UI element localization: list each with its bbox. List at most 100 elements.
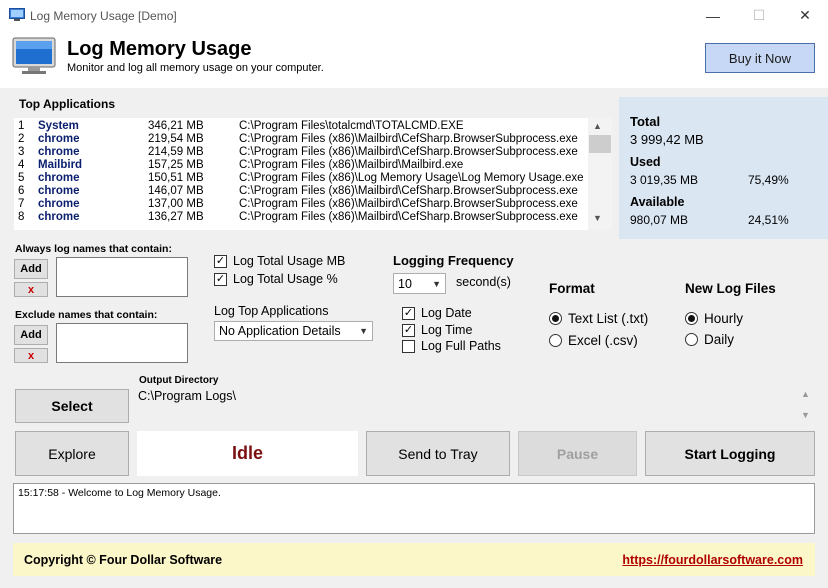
include-names-field[interactable] — [56, 257, 188, 297]
memory-summary-panel: Total 3 999,42 MB Used 3 019,35 MB 75,49… — [619, 97, 828, 239]
log-date-label: Log Date — [421, 306, 472, 320]
send-to-tray-button[interactable]: Send to Tray — [366, 431, 510, 476]
log-total-pct-checkbox[interactable]: ✓ Log Total Usage % — [214, 272, 338, 286]
list-item[interactable]: 8 chrome 136,27 MB C:\Program Files (x86… — [14, 211, 590, 224]
total-label: Total — [630, 114, 661, 129]
footer: Copyright © Four Dollar Software https:/… — [13, 543, 815, 576]
radio-circle[interactable] — [549, 312, 562, 325]
available-label: Available — [630, 195, 685, 209]
top-applications-label: Top Applications — [19, 97, 115, 111]
row-index: 3 — [18, 146, 25, 158]
top-apps-detail-select[interactable]: No Application Details ▼ — [214, 321, 373, 341]
log-output[interactable]: 15:17:58 - Welcome to Log Memory Usage. — [13, 483, 815, 534]
row-memory: 157,25 MB — [148, 159, 204, 171]
hourly-radio[interactable]: Hourly — [685, 311, 743, 326]
include-add-button[interactable]: Add — [14, 259, 48, 279]
log-total-mb-checkbox[interactable]: ✓ Log Total Usage MB — [214, 254, 345, 268]
checkbox-box[interactable]: ✓ — [402, 306, 415, 320]
list-item[interactable]: 7 chrome 137,00 MB C:\Program Files (x86… — [14, 198, 590, 211]
daily-label: Daily — [704, 332, 735, 347]
list-item[interactable]: 6 chrome 146,07 MB C:\Program Files (x86… — [14, 185, 590, 198]
log-full-paths-label: Log Full Paths — [421, 339, 501, 353]
include-remove-button[interactable]: x — [14, 282, 48, 297]
log-top-apps-label: Log Top Applications — [214, 304, 329, 318]
status-indicator: Idle — [137, 431, 358, 476]
check-icon: ✓ — [403, 306, 414, 319]
list-item[interactable]: 1 System 346,21 MB C:\Program Files\tota… — [14, 120, 590, 133]
log-date-checkbox[interactable]: ✓ Log Date — [402, 306, 472, 320]
app-icon — [9, 8, 25, 21]
list-item[interactable]: 4 Mailbird 157,25 MB C:\Program Files (x… — [14, 159, 590, 172]
row-index: 1 — [18, 120, 25, 132]
row-memory: 137,00 MB — [148, 198, 204, 210]
explore-button[interactable]: Explore — [15, 431, 129, 476]
top-apps-detail-value: No Application Details — [219, 324, 341, 338]
app-title: Log Memory Usage — [67, 38, 252, 60]
daily-radio[interactable]: Daily — [685, 332, 734, 347]
format-csv-radio[interactable]: Excel (.csv) — [549, 333, 638, 348]
buy-now-button[interactable]: Buy it Now — [705, 43, 815, 73]
checkbox-box[interactable]: ✓ — [214, 272, 227, 286]
row-name: System — [38, 120, 79, 132]
row-path: C:\Program Files (x86)\Log Memory Usage\… — [239, 172, 584, 184]
scroll-thumb[interactable] — [589, 135, 611, 153]
format-txt-radio[interactable]: Text List (.txt) — [549, 311, 648, 326]
log-full-paths-checkbox[interactable]: Log Full Paths — [402, 339, 501, 353]
output-directory-field[interactable]: C:\Program Logs\ — [137, 389, 797, 423]
header: Log Memory Usage Monitor and log all mem… — [0, 31, 828, 88]
exclude-remove-button[interactable]: x — [14, 348, 48, 363]
row-name: chrome — [38, 172, 80, 184]
scroll-up-icon[interactable]: ▲ — [593, 121, 602, 131]
maximize-button[interactable]: ☐ — [736, 0, 782, 31]
row-index: 6 — [18, 185, 25, 197]
start-logging-button[interactable]: Start Logging — [645, 431, 815, 476]
radio-circle[interactable] — [685, 312, 698, 325]
checkbox-box[interactable]: ✓ — [214, 254, 227, 268]
radio-circle[interactable] — [685, 333, 698, 346]
pause-button[interactable]: Pause — [518, 431, 637, 476]
row-memory: 150,51 MB — [148, 172, 204, 184]
check-icon: ✓ — [215, 254, 226, 267]
list-item[interactable]: 5 chrome 150,51 MB C:\Program Files (x86… — [14, 172, 590, 185]
available-value: 980,07 MB — [630, 213, 689, 227]
checkbox-box[interactable] — [402, 339, 415, 353]
select-directory-button[interactable]: Select — [15, 389, 129, 423]
list-item[interactable]: 2 chrome 219,54 MB C:\Program Files (x86… — [14, 133, 590, 146]
radio-dot — [552, 315, 559, 322]
format-txt-label: Text List (.txt) — [568, 311, 649, 326]
frequency-unit: second(s) — [456, 275, 511, 289]
top-applications-list[interactable]: 1 System 346,21 MB C:\Program Files\tota… — [14, 118, 612, 230]
used-value: 3 019,35 MB — [630, 173, 699, 187]
row-name: chrome — [38, 211, 80, 223]
scroll-up-icon[interactable]: ▲ — [801, 389, 810, 399]
row-index: 8 — [18, 211, 25, 223]
used-percent: 75,49% — [748, 173, 789, 187]
row-index: 5 — [18, 172, 25, 184]
row-index: 4 — [18, 159, 25, 171]
log-total-mb-label: Log Total Usage MB — [233, 254, 346, 268]
available-percent: 24,51% — [748, 213, 789, 227]
list-item[interactable]: 3 chrome 214,59 MB C:\Program Files (x86… — [14, 146, 590, 159]
row-name: chrome — [38, 146, 80, 158]
format-csv-label: Excel (.csv) — [568, 333, 638, 348]
website-link[interactable]: https://fourdollarsoftware.com — [622, 553, 803, 567]
close-button[interactable]: ✕ — [782, 0, 828, 31]
scroll-down-icon[interactable]: ▼ — [801, 410, 810, 420]
check-icon: ✓ — [403, 323, 414, 336]
monitor-icon — [12, 37, 56, 74]
row-memory: 214,59 MB — [148, 146, 204, 158]
row-name: chrome — [38, 198, 80, 210]
frequency-select[interactable]: 10 ▼ — [393, 273, 446, 294]
radio-circle[interactable] — [549, 334, 562, 347]
used-label: Used — [630, 155, 661, 169]
exclude-names-field[interactable] — [56, 323, 188, 363]
exclude-add-button[interactable]: Add — [14, 325, 48, 345]
row-path: C:\Program Files (x86)\Mailbird\CefSharp… — [239, 133, 578, 145]
minimize-button[interactable]: — — [690, 0, 736, 31]
row-memory: 146,07 MB — [148, 185, 204, 197]
log-time-checkbox[interactable]: ✓ Log Time — [402, 323, 472, 337]
include-filter-label: Always log names that contain: — [15, 243, 172, 255]
checkbox-box[interactable]: ✓ — [402, 323, 415, 337]
scroll-down-icon[interactable]: ▼ — [593, 213, 602, 223]
row-path: C:\Program Files (x86)\Mailbird\CefSharp… — [239, 185, 578, 197]
